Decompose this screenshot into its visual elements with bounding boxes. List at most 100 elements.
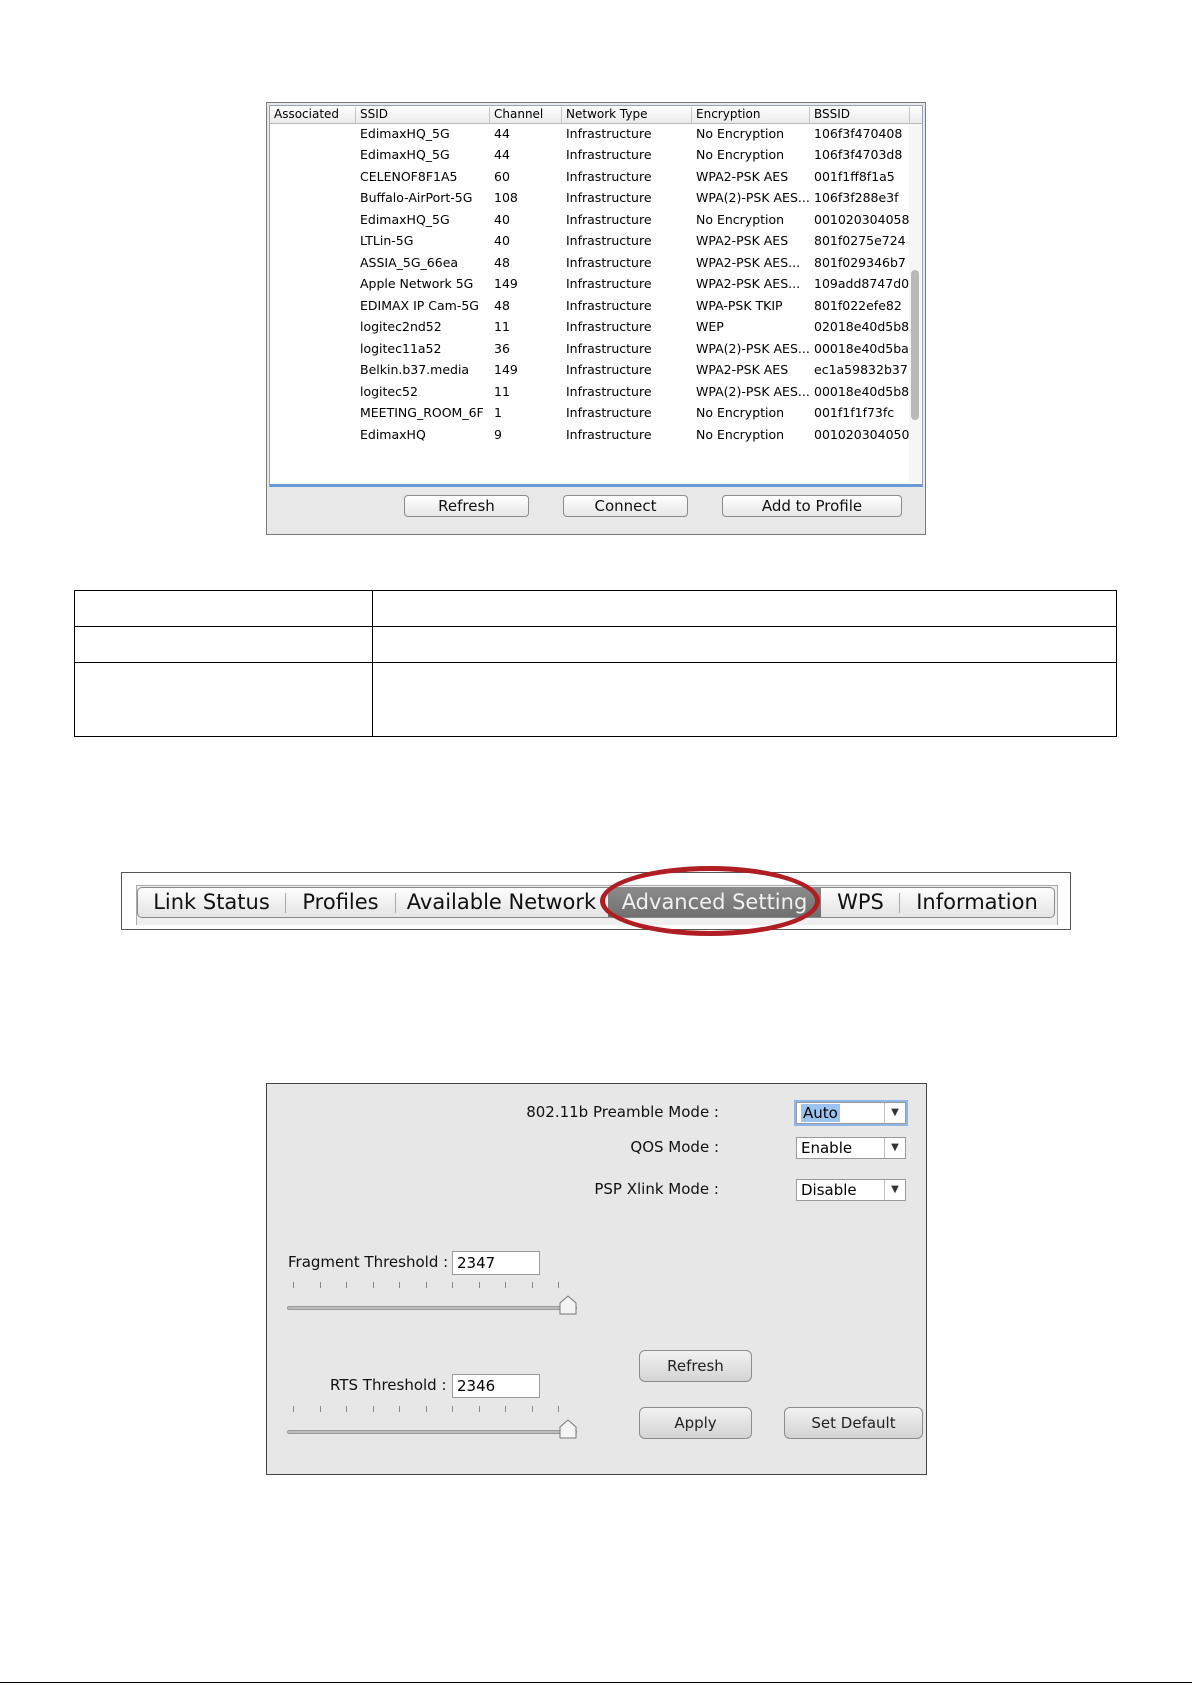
network-channel-cell: 149 [494,362,518,377]
network-bssid-cell: 001f1ff8f1a5 [814,168,895,184]
refresh-button[interactable]: Refresh [639,1350,752,1382]
network-row[interactable]: EdimaxHQ_5G 40 Infrastructure No Encryption… [270,208,910,230]
network-row[interactable]: EdimaxHQ_5G 44 Infrastructure No Encryption… [270,122,908,144]
network-bssid-cell: 801f029346b7 [814,254,906,270]
network-bssid-cell: 106f3f4703d8 [814,147,903,162]
slider-tick [346,1282,347,1288]
qos-mode-select[interactable]: Enable ▼ [796,1137,906,1159]
network-row[interactable]: Buffalo-AirPort-5G 108 Infrastructure WPA(2… [270,186,908,208]
network-channel-cell: 48 [494,297,510,313]
slider-tick [505,1406,506,1412]
network-bssid-cell: ec1a59832b37 [814,362,908,377]
column-ssid[interactable]: SSID [356,107,490,123]
slider-tick [293,1282,294,1288]
network-row[interactable]: logitec11a52 36 Infrastructure WPA(2)-PSK A… [270,337,909,359]
network-row[interactable]: CELENOF8F1A5 60 Infrastructure WPA2-PSK AES… [270,165,908,187]
slider-knob[interactable] [559,1295,577,1315]
network-bssid-cell: 001020304050 [814,426,910,442]
fragment-threshold-input[interactable]: 2347 [452,1251,540,1275]
slider-tick [426,1282,427,1288]
tab-information[interactable]: Information [900,888,1054,917]
network-row[interactable]: logitec52 11 Infrastructure WPA(2)-PSK AES.… [270,380,909,402]
network-list[interactable]: Associated SSID Channel Network Type Enc… [269,105,923,487]
highlight-ring-annotation [600,866,820,936]
network-ssid-cell: Buffalo-AirPort-5G [360,190,473,205]
network-encryption-cell: No Encryption [696,125,785,141]
network-bssid-cell: 00018e40d5ba [814,340,909,356]
psp-xlink-mode-value: Disable [801,1181,857,1199]
connect-button[interactable]: Connect [563,495,688,517]
network-row[interactable]: Apple Network 5G 149 Infrastructure WPA2-PS… [270,272,909,294]
table-cell [74,589,373,628]
advanced-setting-panel: 802.11b Preamble Mode : Auto ▼ QOS Mode … [266,1083,927,1475]
add-to-profile-button[interactable]: Add to Profile [722,495,902,517]
network-channel-cell: 9 [494,426,502,442]
network-bssid-cell: 001020304058 [814,211,910,227]
slider-ticks [293,1406,563,1414]
network-bssid-cell: 001f1f1f73fc [814,405,895,420]
network-encryption-cell: No Encryption [696,211,785,227]
tab-bar: Link Status Profiles Available Network A… [137,887,1055,918]
network-ssid-cell: EdimaxHQ_5G [360,211,450,227]
column-channel[interactable]: Channel [490,107,562,123]
column-bssid[interactable]: BSSID [810,107,910,123]
network-bssid-cell: 02018e40d5b8 [814,319,910,334]
network-row[interactable]: Belkin.b37.media 149 Infrastructure WPA2-PS… [270,358,908,380]
network-ssid-cell: logitec52 [360,383,418,399]
network-row[interactable]: EdimaxHQ_5G 44 Infrastructure No Encryption… [270,143,908,165]
network-row[interactable]: EdimaxHQ 9 Infrastructure No Encryption 0010… [270,423,910,445]
rts-threshold-slider[interactable] [287,1406,587,1439]
network-ssid-cell: MEETING_ROOM_6F [360,405,484,420]
network-row[interactable]: MEETING_ROOM_6F 1 Infrastructure No Encrypt… [270,401,908,423]
tab-link-status[interactable]: Link Status [138,888,285,917]
set-default-button[interactable]: Set Default [784,1407,923,1439]
network-channel-cell: 11 [494,383,510,399]
slider-tick [532,1406,533,1412]
slider-knob[interactable] [559,1419,577,1439]
tab-profiles[interactable]: Profiles [286,888,395,917]
slider-tick [452,1406,453,1412]
network-encryption-cell: WPA-PSK TKIP [696,297,783,313]
slider-track[interactable] [287,1430,577,1434]
psp-xlink-mode-select[interactable]: Disable ▼ [796,1179,906,1201]
slider-track[interactable] [287,1306,577,1310]
scrollbar-thumb[interactable] [911,270,919,420]
chevron-down-icon: ▼ [884,1103,905,1123]
network-row[interactable]: logitec2nd52 11 Infrastructure WEP 02018e40d… [270,315,910,337]
network-type-cell: Infrastructure [566,276,652,291]
tab-wps[interactable]: WPS [822,888,899,917]
network-ssid-cell: LTLin-5G [360,233,414,248]
network-row[interactable]: EDIMAX IP Cam-5G 48 Infrastructure WPA-PSK … [270,294,908,316]
column-associated[interactable]: Associated [270,107,356,123]
preamble-mode-select[interactable]: Auto ▼ [796,1102,906,1124]
network-row[interactable]: LTLin-5G 40 Infrastructure WPA2-PSK AES 801f… [270,229,908,251]
network-encryption-cell: No Encryption [696,405,785,420]
tab-available-network[interactable]: Available Network [396,888,607,917]
column-encryption[interactable]: Encryption [692,107,810,123]
apply-button[interactable]: Apply [639,1407,752,1439]
network-channel-cell: 11 [494,319,510,334]
network-type-cell: Infrastructure [566,190,652,205]
network-row[interactable]: ASSIA_5G_66ea 48 Infrastructure WPA2-PSK AE… [270,251,908,273]
network-ssid-cell: ASSIA_5G_66ea [360,254,459,270]
rts-threshold-label: RTS Threshold : [330,1376,447,1394]
network-type-cell: Infrastructure [566,405,652,420]
network-channel-cell: 44 [494,125,510,141]
chevron-down-icon: ▼ [884,1180,905,1200]
network-ssid-cell: EDIMAX IP Cam-5G [360,297,479,313]
network-channel-cell: 36 [494,340,510,356]
refresh-button[interactable]: Refresh [404,495,529,517]
slider-tick [373,1282,374,1288]
network-type-cell: Infrastructure [566,233,652,248]
network-channel-cell: 149 [494,276,518,291]
column-network-type[interactable]: Network Type [562,107,692,123]
slider-tick [452,1282,453,1288]
network-ssid-cell: Belkin.b37.media [360,362,470,377]
network-bssid-cell: 801f022efe82 [814,297,902,313]
fragment-threshold-slider[interactable] [287,1282,587,1315]
slider-tick [479,1406,480,1412]
table-cell [372,589,1117,628]
network-channel-cell: 48 [494,254,510,270]
rts-threshold-input[interactable]: 2346 [452,1374,540,1398]
network-list-scrollbar[interactable] [909,124,921,482]
